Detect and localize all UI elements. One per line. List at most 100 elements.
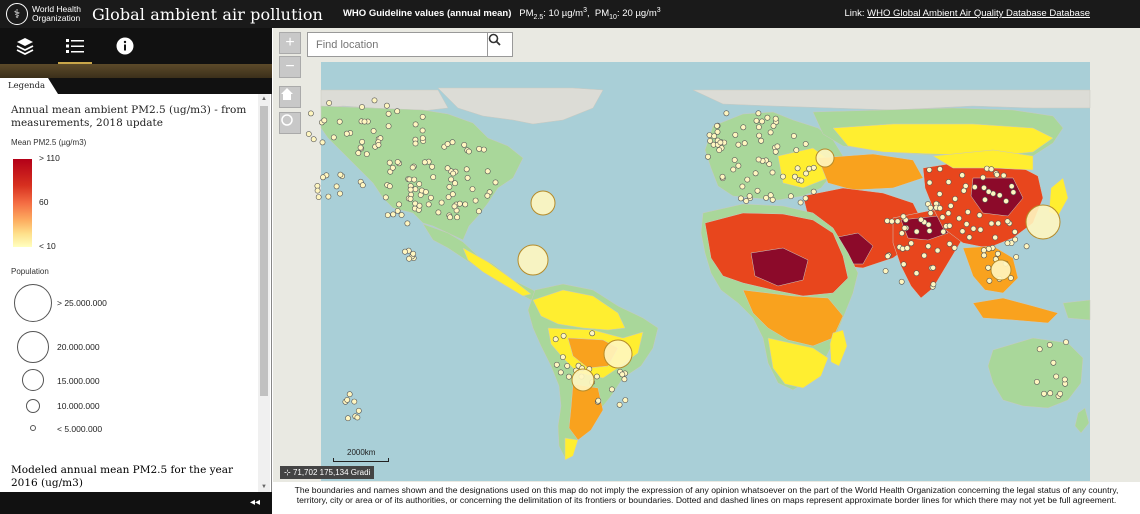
station-marker [450,170,457,177]
station-marker [1013,254,1020,260]
station-marker [1050,359,1057,366]
station-marker [741,140,748,147]
station-marker [913,270,920,277]
station-marker [361,118,368,125]
station-marker [937,166,943,172]
station-marker [966,234,973,241]
collapse-panel-icon[interactable]: ◂◂ [250,497,260,508]
home-button[interactable] [279,86,301,108]
pop-circle-xl [14,284,52,322]
scrollbar-thumb[interactable] [260,106,268,396]
station-marker [810,164,817,171]
station-marker [1046,341,1053,348]
station-marker [326,100,332,106]
location-search [307,32,489,57]
guideline-label: WHO Guideline values (annual mean) [342,8,512,20]
station-marker [446,183,453,190]
station-marker [343,130,350,137]
station-marker [797,199,804,206]
station-marker [320,174,326,181]
station-marker [404,220,411,227]
station-marker [456,200,463,207]
station-marker [465,148,472,155]
zoom-out-button[interactable]: − [279,56,301,78]
station-marker [752,170,759,177]
station-marker [894,218,901,225]
station-marker [882,268,889,274]
station-marker [407,186,414,193]
coordinates-readout: ⊹ 71,702 175,134 Gradi [280,466,375,479]
legend-content[interactable]: Annual mean ambient PM2.5 (ug/m3) - from… [0,94,258,492]
station-marker [1061,376,1068,383]
search-button[interactable] [487,32,513,57]
station-marker [802,195,809,202]
info-button[interactable] [100,28,150,64]
station-marker [595,397,602,404]
station-marker [337,171,344,178]
station-marker [386,159,393,166]
pm10-unit-sup: 3 [656,6,661,14]
station-marker [794,165,801,172]
station-marker [755,110,762,117]
station-marker [730,166,737,173]
station-marker [769,169,776,176]
station-marker [926,179,933,186]
station-marker [756,132,762,139]
map-view[interactable]: + − 2000km ⊹ 71,702 175,134 Gradi [273,28,1140,482]
coords-text: 71,702 175,134 Gradi [292,468,371,477]
pm25-sub: 2.5 [533,14,544,22]
layers-button[interactable] [0,28,50,64]
search-input[interactable] [308,33,489,56]
station-marker [739,183,746,190]
station-marker [934,247,941,254]
zoom-in-button[interactable]: + [279,32,301,54]
station-marker [772,148,779,155]
station-marker [802,141,809,147]
legend-title-2: Modeled annual mean PM2.5 for the year 2… [11,464,234,489]
locate-button[interactable] [279,112,301,134]
app-title: Global ambient air pollution [92,4,323,24]
pm25-prefix: PM [519,8,534,20]
station-marker [454,214,460,221]
station-marker [484,168,491,175]
station-marker [396,201,402,208]
station-marker [354,414,361,421]
station-marker [717,139,724,146]
station-marker [412,121,419,128]
world-map[interactable] [273,28,1140,482]
station-marker [711,133,718,139]
station-marker [419,114,426,120]
legend-scrollbar[interactable]: ▲ ▼ [258,94,270,492]
station-marker [416,181,423,187]
scroll-down-icon[interactable]: ▼ [261,484,267,490]
station-marker [410,250,417,257]
station-marker [1041,390,1047,397]
station-marker [310,136,317,143]
station-marker [464,174,471,181]
station-marker [988,220,995,227]
station-marker [619,371,626,378]
station-marker [981,184,987,191]
station-marker [985,264,992,271]
station-marker [371,97,378,104]
station-marker [791,133,797,139]
station-marker [945,210,952,217]
station-marker [988,166,995,173]
legend-tab[interactable]: Legenda [0,78,58,94]
station-marker [412,186,419,193]
station-marker [1004,240,1011,246]
land-australia [987,337,1084,409]
station-marker [430,174,437,180]
station-marker [382,194,389,201]
scroll-up-icon[interactable]: ▲ [261,96,267,102]
station-marker [1008,183,1015,190]
station-marker [995,250,1001,257]
station-marker [772,115,779,122]
station-marker [385,110,392,117]
station-marker [980,174,986,181]
legend-button[interactable] [50,28,100,64]
color-ramp [13,159,32,247]
database-link[interactable]: WHO Global Ambient Air Quality Database … [867,8,1090,19]
station-marker [927,204,934,211]
who-logo: ⚕ World Health Organization [6,3,84,25]
